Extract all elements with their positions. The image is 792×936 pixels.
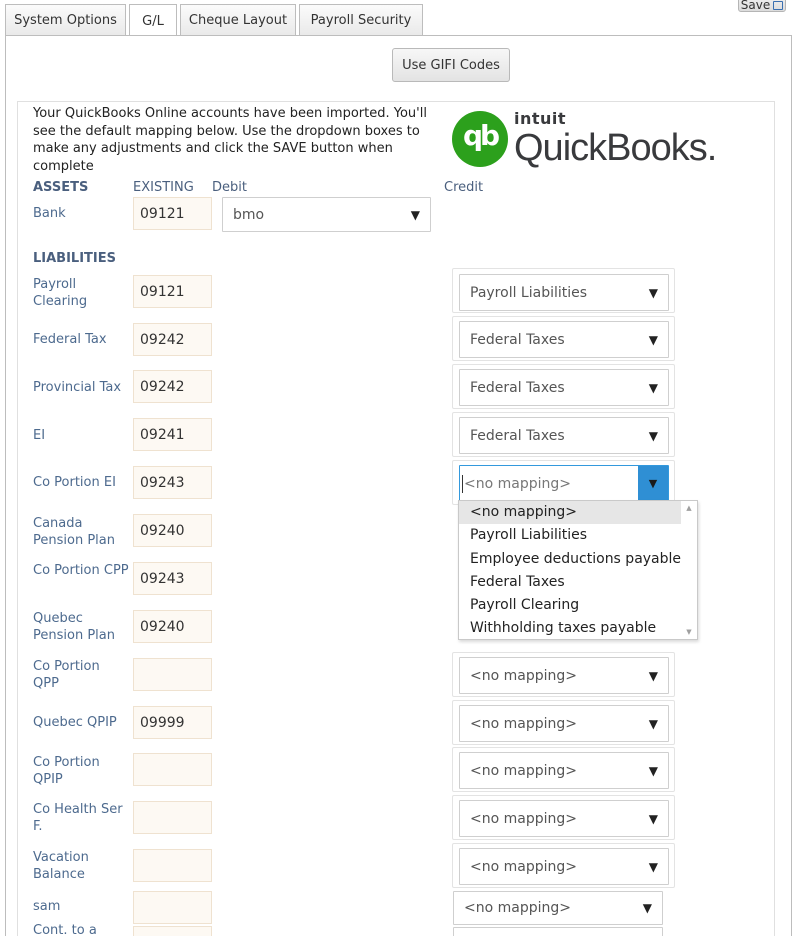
save-button[interactable]: Save	[738, 0, 786, 12]
account-field[interactable]: 09121	[133, 275, 212, 308]
row-label-ei: EI	[33, 428, 46, 443]
credit-select[interactable]: <no mapping> ▼	[453, 891, 663, 925]
credit-value: Payroll Liabilities	[470, 284, 588, 301]
bank-debit-select[interactable]: bmo ▼	[222, 197, 431, 232]
credit-value: <no mapping>	[470, 715, 577, 732]
credit-value: Federal Taxes	[470, 331, 565, 348]
assets-heading: ASSETS	[33, 180, 89, 195]
credit-select[interactable]	[453, 927, 663, 936]
account-field[interactable]: 09242	[133, 370, 212, 403]
triangle-down-icon: ▼	[642, 901, 652, 915]
dropdown-option[interactable]: Federal Taxes	[459, 571, 697, 594]
credit-select[interactable]: Federal Taxes ▼	[459, 321, 669, 358]
account-field[interactable]	[133, 891, 212, 924]
row-label-co-health-ser-f: Co Health Ser F.	[33, 802, 123, 834]
credit-dropdown-list: <no mapping> Payroll Liabilities Employe…	[458, 500, 698, 640]
triangle-down-icon[interactable]: ▼	[638, 466, 668, 501]
credit-select[interactable]: Payroll Liabilities ▼	[459, 274, 669, 311]
triangle-down-icon: ▼	[648, 332, 658, 347]
account-field[interactable]: 09999	[133, 706, 212, 739]
row-label-payroll-clearing: Payroll Clearing	[33, 277, 88, 309]
account-field[interactable]	[133, 753, 212, 786]
account-field[interactable]: 09240	[133, 610, 212, 643]
triangle-down-icon: ▼	[648, 380, 658, 395]
dropdown-option[interactable]: Employee deductions payable	[459, 548, 697, 571]
triangle-down-icon: ▼	[648, 716, 658, 731]
row-label-federal-tax: Federal Tax	[33, 332, 107, 347]
bank-label: Bank	[33, 206, 66, 221]
disk-icon	[773, 0, 784, 10]
triangle-down-icon: ▼	[648, 763, 658, 778]
debit-column-header: Debit	[212, 180, 247, 195]
triangle-down-icon: ▼	[648, 859, 658, 874]
row-label-provincial-tax: Provincial Tax	[33, 380, 122, 395]
credit-value: <no mapping>	[470, 810, 577, 827]
row-label-co-portion-qpip: Co Portion QPIP	[33, 755, 100, 787]
credit-select[interactable]: <no mapping> ▼	[459, 657, 669, 694]
credit-value: <no mapping>	[470, 762, 577, 779]
bank-debit-value: bmo	[233, 206, 265, 223]
row-label-quebec-pension-plan: Quebec Pension Plan	[33, 611, 115, 643]
dropdown-option[interactable]: <no mapping>	[459, 501, 697, 525]
credit-select[interactable]: Federal Taxes ▼	[459, 369, 669, 406]
quickbooks-wordmark: QuickBooks.	[514, 127, 717, 169]
use-gifi-codes-button[interactable]: Use GIFI Codes	[392, 48, 510, 82]
dropdown-option[interactable]: Payroll Clearing	[459, 594, 697, 617]
account-field[interactable]: 09243	[133, 562, 212, 595]
intuit-wordmark: intuit	[514, 109, 567, 128]
account-field[interactable]: 09243	[133, 466, 212, 499]
qb-logo-icon: qb	[452, 111, 508, 167]
intro-text: Your QuickBooks Online accounts have bee…	[33, 106, 427, 174]
tab-cheque-layout[interactable]: Cheque Layout	[180, 4, 296, 36]
triangle-down-icon: ▼	[648, 811, 658, 826]
triangle-down-icon: ▼	[410, 207, 420, 222]
account-field[interactable]	[133, 658, 212, 691]
bank-account-field[interactable]: 09121	[133, 197, 212, 230]
dropdown-option[interactable]: Payroll Liabilities	[459, 524, 697, 547]
scroll-down-icon[interactable]: ▼	[681, 628, 697, 636]
credit-select[interactable]: <no mapping> ▼	[459, 705, 669, 742]
tab-payroll-security[interactable]: Payroll Security	[299, 4, 423, 36]
text-cursor	[462, 474, 463, 493]
row-label-co-portion-ei: Co Portion EI	[33, 475, 116, 490]
account-field[interactable]: 09242	[133, 323, 212, 356]
row-label-canada-pension-plan: Canada Pension Plan	[33, 516, 115, 548]
credit-value: <no mapping>	[464, 900, 571, 916]
row-label-cont-to-a: Cont. to a	[33, 923, 97, 936]
credit-value: Federal Taxes	[470, 379, 565, 396]
credit-value: <no mapping>	[470, 667, 577, 684]
scroll-up-icon[interactable]: ▲	[681, 504, 697, 512]
row-label-quebec-qpip: Quebec QPIP	[33, 715, 117, 730]
quickbooks-logo: qb intuit QuickBooks.	[452, 109, 717, 173]
credit-value: Federal Taxes	[470, 427, 565, 444]
tab-gl[interactable]: G/L	[129, 4, 177, 37]
credit-value: <no mapping>	[464, 475, 571, 492]
credit-select[interactable]: Federal Taxes ▼	[459, 417, 669, 454]
dropdown-scrollbar[interactable]: ▲ ▼	[681, 501, 697, 639]
credit-value: <no mapping>	[470, 858, 577, 875]
triangle-down-icon: ▼	[648, 668, 658, 683]
liabilities-heading: LIABILITIES	[33, 251, 116, 266]
row-label-co-portion-cpp: Co Portion CPP	[33, 563, 129, 578]
save-button-label: Save	[740, 0, 771, 12]
account-field[interactable]	[133, 801, 212, 834]
triangle-down-icon: ▼	[648, 285, 658, 300]
account-field[interactable]	[133, 849, 212, 882]
credit-select[interactable]: <no mapping> ▼	[459, 752, 669, 789]
row-label-co-portion-qpp: Co Portion QPP	[33, 659, 100, 691]
credit-select[interactable]: <no mapping> ▼	[459, 800, 669, 837]
existing-column-header: EXISTING	[133, 180, 194, 195]
credit-select[interactable]: <no mapping> ▼	[459, 848, 669, 885]
row-label-sam: sam	[33, 899, 61, 914]
account-field[interactable]: 09241	[133, 418, 212, 451]
account-field[interactable]	[133, 926, 212, 936]
row-label-vacation-balance: Vacation Balance	[33, 850, 89, 882]
credit-column-header: Credit	[444, 180, 484, 195]
tab-system-options[interactable]: System Options	[5, 4, 126, 36]
dropdown-option[interactable]: Withholding taxes payable	[459, 617, 697, 640]
triangle-down-icon: ▼	[648, 428, 658, 443]
credit-select-open[interactable]: <no mapping> ▼	[459, 465, 669, 502]
account-field[interactable]: 09240	[133, 514, 212, 547]
